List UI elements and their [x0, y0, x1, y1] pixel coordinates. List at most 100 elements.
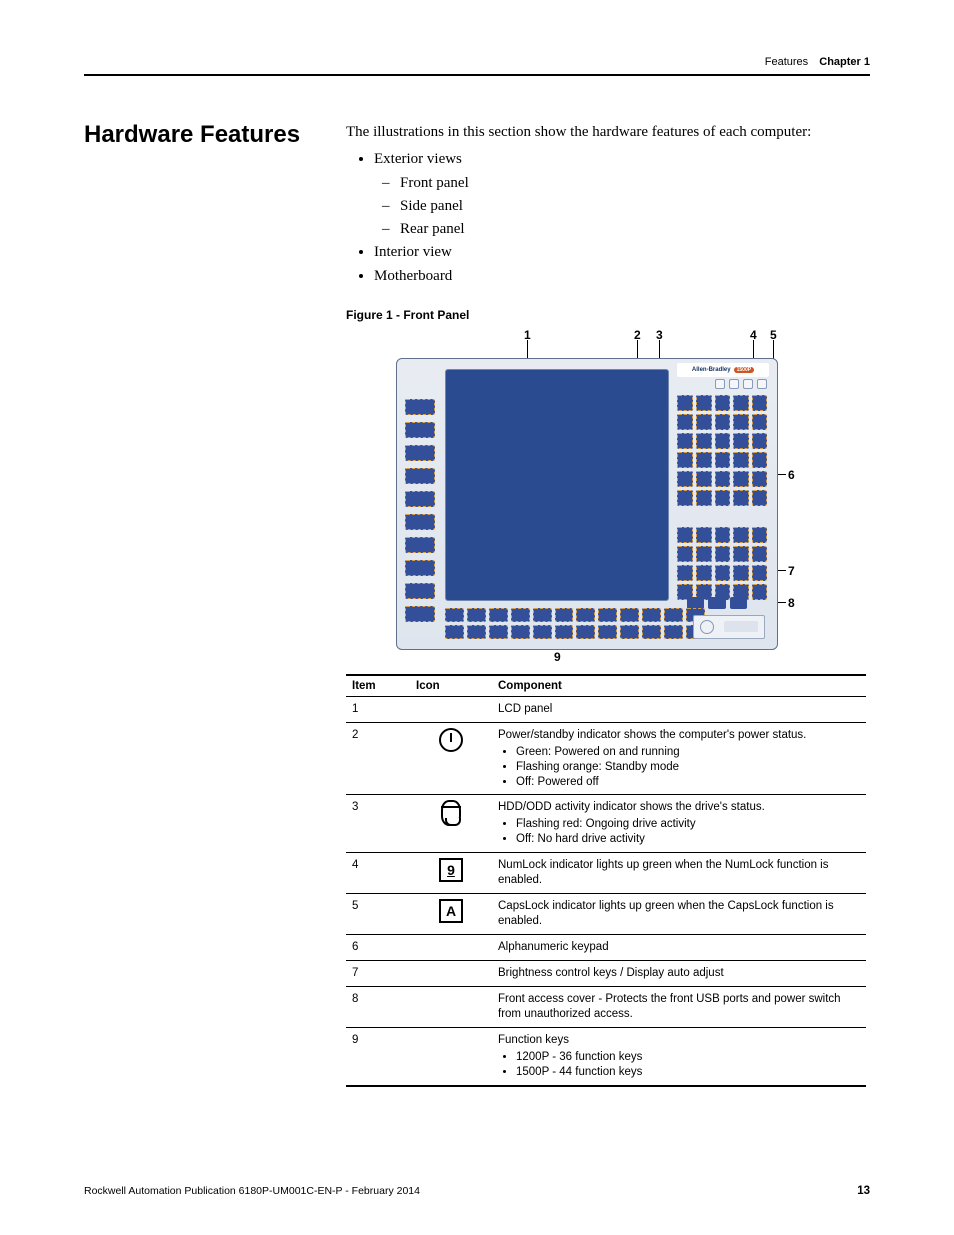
body-column: The illustrations in this section show t…	[346, 122, 870, 1087]
function-keys-bottom	[445, 608, 705, 639]
cell-icon: 9	[410, 853, 492, 894]
power-icon	[439, 728, 463, 752]
cell-component: Alphanumeric keypad	[492, 935, 866, 961]
lcd-panel	[445, 369, 669, 601]
front-access-cover	[693, 615, 765, 639]
cell-icon	[410, 795, 492, 853]
table-row: 1LCD panel	[346, 696, 866, 722]
capslock-icon: A	[439, 899, 463, 923]
component-text: CapsLock indicator lights up green when …	[498, 899, 860, 929]
table-row: 3 HDD/ODD activity indicator shows the dr…	[346, 795, 866, 853]
component-sublist: Green: Powered on and runningFlashing or…	[516, 745, 860, 790]
callout-7: 7	[788, 564, 795, 578]
component-sublist: Flashing red: Ongoing drive activityOff:…	[516, 817, 860, 847]
table-row: 5 A CapsLock indicator lights up green whe…	[346, 894, 866, 935]
cell-icon: A	[410, 894, 492, 935]
running-header: Features Chapter 1	[84, 56, 870, 76]
alphanumeric-keypad-bottom	[677, 527, 767, 600]
cell-item: 8	[346, 986, 410, 1027]
cell-item: 4	[346, 853, 410, 894]
cell-item: 7	[346, 960, 410, 986]
table-row: 8 Front access cover - Protects the front…	[346, 986, 866, 1027]
header-chapter: Chapter 1	[819, 56, 870, 68]
cell-item: 9	[346, 1027, 410, 1085]
numlock-icon: 9	[439, 858, 463, 882]
intro-text: The illustrations in this section show t…	[346, 122, 870, 142]
component-text: Front access cover - Protects the front …	[498, 992, 860, 1022]
keypad-gap	[677, 515, 767, 523]
table-header-row: Item Icon Component	[346, 675, 866, 697]
list-item: Front panel	[400, 172, 870, 195]
numlock-indicator-icon	[743, 379, 753, 389]
callout-8: 8	[788, 596, 795, 610]
cell-item: 6	[346, 935, 410, 961]
cell-component: NumLock indicator lights up green when t…	[492, 853, 866, 894]
list-item: Flashing red: Ongoing drive activity	[516, 817, 860, 832]
component-text: Function keys	[498, 1033, 860, 1048]
table-row: 7 Brightness control keys / Display auto …	[346, 960, 866, 986]
page-footer: Rockwell Automation Publication 6180P-UM…	[84, 1185, 870, 1197]
cell-component: Brightness control keys / Display auto a…	[492, 960, 866, 986]
brand-model-pill: 1500P	[734, 367, 754, 373]
callout-6: 6	[788, 468, 795, 482]
cell-item: 2	[346, 722, 410, 795]
cell-icon	[410, 722, 492, 795]
list-text: Exterior views	[374, 151, 462, 167]
sub-list: Front panel Side panel Rear panel	[400, 172, 870, 242]
page-number: 13	[857, 1185, 870, 1197]
header-section: Features	[765, 56, 808, 68]
page: Features Chapter 1 Hardware Features The…	[0, 0, 954, 1235]
list-item: Off: Powered off	[516, 775, 860, 790]
component-text: Power/standby indicator shows the comput…	[498, 728, 860, 743]
cell-component: Power/standby indicator shows the comput…	[492, 722, 866, 795]
col-component: Component	[492, 675, 866, 697]
list-item: 1200P - 36 function keys	[516, 1050, 860, 1065]
side-heading: Hardware Features	[84, 122, 346, 1087]
cell-item: 5	[346, 894, 410, 935]
cell-icon	[410, 696, 492, 722]
function-keys-left	[405, 399, 435, 622]
figure-caption: Figure 1 - Front Panel	[346, 308, 870, 322]
cell-component: HDD/ODD activity indicator shows the dri…	[492, 795, 866, 853]
list-item: Motherboard	[374, 265, 870, 288]
cell-icon	[410, 986, 492, 1027]
publication-line: Rockwell Automation Publication 6180P-UM…	[84, 1185, 420, 1197]
feature-list: Exterior views Front panel Side panel Re…	[374, 148, 870, 288]
brand-strip: Allen-Bradley 1500P	[677, 363, 769, 377]
component-text: NumLock indicator lights up green when t…	[498, 858, 860, 888]
list-item: 1500P - 44 function keys	[516, 1065, 860, 1080]
list-item: Interior view	[374, 241, 870, 264]
component-text: Alphanumeric keypad	[498, 940, 860, 955]
power-indicator-icon	[715, 379, 725, 389]
list-item: Green: Powered on and running	[516, 745, 860, 760]
component-text: LCD panel	[498, 702, 860, 717]
component-sublist: 1200P - 36 function keys1500P - 44 funct…	[516, 1050, 860, 1080]
content-row: Hardware Features The illustrations in t…	[84, 122, 870, 1087]
component-text: Brightness control keys / Display auto a…	[498, 966, 860, 981]
figure-front-panel: 1 2 3 4 5 6 7 8 9	[346, 328, 866, 662]
list-item: Rear panel	[400, 218, 870, 241]
table-row: 2 Power/standby indicator shows the compu…	[346, 722, 866, 795]
table-row: 6 Alphanumeric keypad	[346, 935, 866, 961]
alphanumeric-keypad-top	[677, 395, 767, 506]
cell-component: LCD panel	[492, 696, 866, 722]
cell-icon	[410, 1027, 492, 1085]
cell-icon	[410, 935, 492, 961]
drive-indicator-icon	[729, 379, 739, 389]
list-item: Exterior views Front panel Side panel Re…	[374, 148, 870, 241]
device-panel: Allen-Bradley 1500P	[396, 358, 778, 650]
indicator-row	[679, 379, 767, 389]
col-item: Item	[346, 675, 410, 697]
cell-component: Function keys 1200P - 36 function keys150…	[492, 1027, 866, 1085]
cell-component: CapsLock indicator lights up green when …	[492, 894, 866, 935]
drive-icon	[441, 800, 461, 826]
list-item: Flashing orange: Standby mode	[516, 760, 860, 775]
callout-9: 9	[554, 650, 561, 664]
cell-item: 3	[346, 795, 410, 853]
list-item: Off: No hard drive activity	[516, 832, 860, 847]
component-text: HDD/ODD activity indicator shows the dri…	[498, 800, 860, 815]
table-row: 4 9 NumLock indicator lights up green when…	[346, 853, 866, 894]
cell-icon	[410, 960, 492, 986]
cell-component: Front access cover - Protects the front …	[492, 986, 866, 1027]
list-item: Side panel	[400, 195, 870, 218]
